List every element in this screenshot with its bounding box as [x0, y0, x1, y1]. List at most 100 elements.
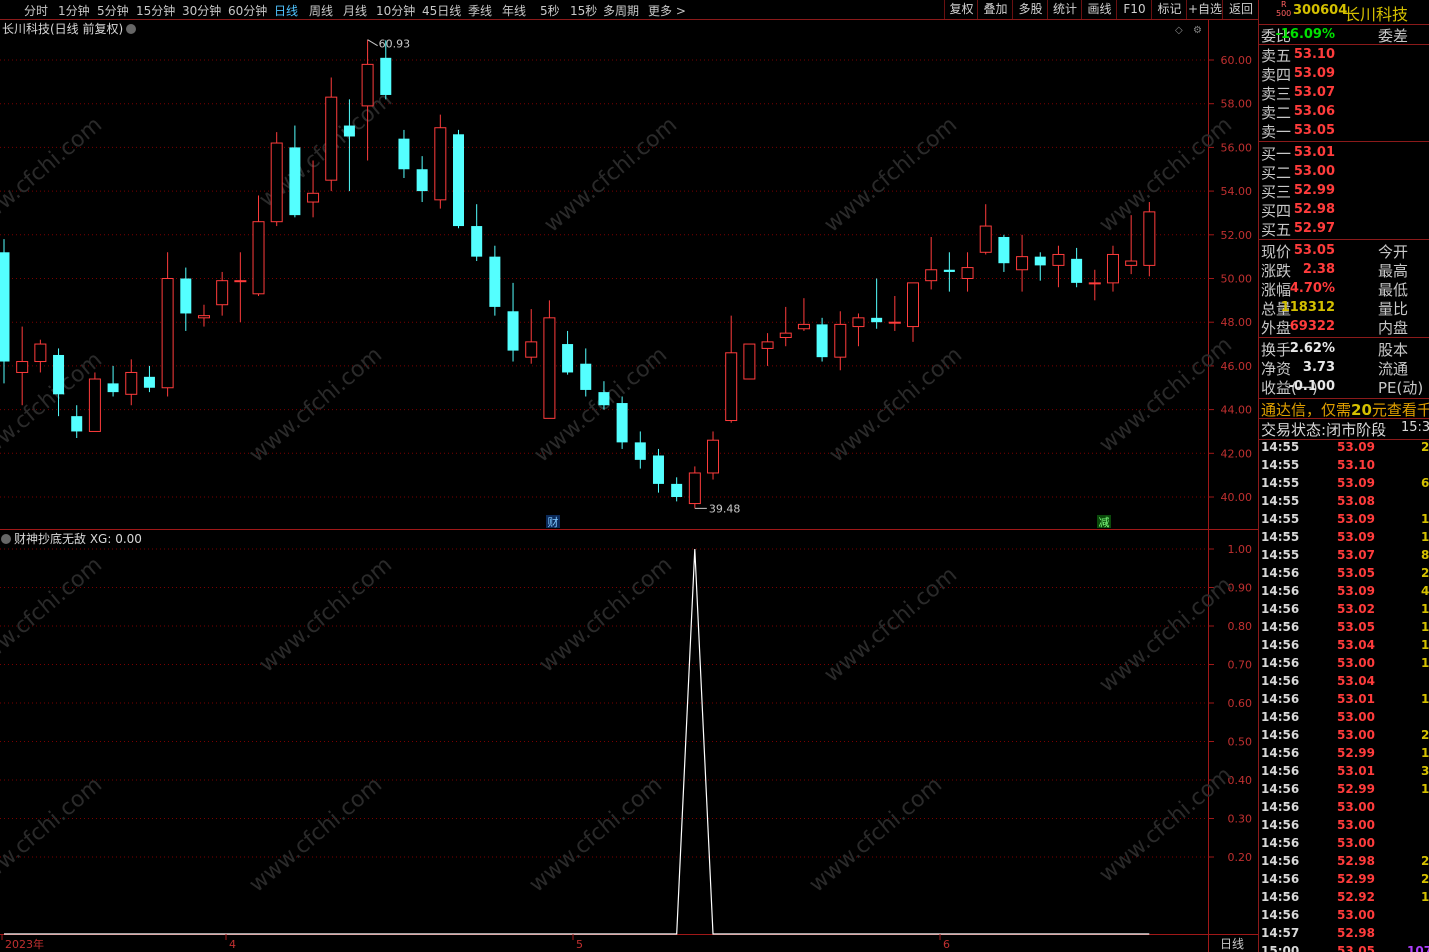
period-tab[interactable]: 5分钟: [97, 2, 129, 19]
x-tick-label: 5: [576, 938, 583, 951]
period-tab[interactable]: 年线: [502, 2, 526, 19]
tick-price: 52.98: [1337, 854, 1375, 868]
y-tick-label: 0.80: [1228, 620, 1253, 633]
quote-row: 换手 2.62% 股本: [1259, 339, 1429, 359]
tick-time: 14:56: [1261, 710, 1300, 724]
candle: [34, 339, 47, 373]
candle: [1106, 245, 1119, 292]
tick-row: 14:56 52.99 1: [1259, 746, 1429, 764]
period-tab[interactable]: 30分钟: [182, 2, 221, 19]
tick-price: 53.02: [1337, 602, 1375, 616]
candle-body: [1071, 258, 1083, 283]
tick-time: 14:56: [1261, 782, 1300, 796]
toolbar-button[interactable]: 叠加: [977, 0, 1013, 19]
watermark-text: www.cfchi.com: [1095, 572, 1237, 697]
candle-body: [71, 416, 83, 432]
quote-value: 53.06: [1293, 104, 1335, 119]
toolbar-button[interactable]: 标记: [1151, 0, 1187, 19]
quote-value: 53.00: [1293, 164, 1335, 179]
candle: [180, 267, 192, 331]
quote-value: 2.62%: [1289, 341, 1335, 356]
candle: [507, 282, 519, 362]
candle-body: [270, 142, 283, 223]
candle: [1016, 234, 1029, 292]
candle: [471, 204, 483, 262]
candle-body: [53, 354, 65, 395]
tick-volume: 4: [1421, 584, 1429, 598]
tick-price: 53.07: [1337, 548, 1375, 562]
candle-body: [943, 269, 955, 272]
period-tab[interactable]: 日线: [274, 2, 298, 19]
toolbar-button[interactable]: 画线: [1081, 0, 1117, 19]
tick-price: 53.09: [1337, 440, 1375, 454]
kline-chart-area[interactable]: 40.00 42.00 44.00 46.00 48.00 50.00 52.00 54.00…: [0, 20, 1258, 952]
tick-volume: 2: [1421, 728, 1429, 742]
period-tab[interactable]: 45日线: [422, 2, 461, 19]
watermark-text: www.cfchi.com: [255, 552, 397, 677]
period-tab[interactable]: 周线: [309, 2, 333, 19]
toolbar-button[interactable]: 统计: [1047, 0, 1082, 19]
tick-row: 14:56 53.02 1: [1259, 602, 1429, 620]
separator: [1259, 141, 1429, 142]
period-tab[interactable]: 5秒: [540, 2, 560, 19]
trade-status-value: 闭市阶段: [1326, 421, 1387, 439]
period-tab[interactable]: 季线: [468, 2, 492, 19]
period-tab[interactable]: 分时: [24, 2, 48, 19]
tick-row: 14:55 53.09 1: [1259, 530, 1429, 548]
period-tab[interactable]: 月线: [343, 2, 367, 19]
candle-body: [489, 256, 501, 307]
toolbar-button[interactable]: +自选: [1186, 0, 1223, 19]
watermark-text: www.cfchi.com: [820, 112, 962, 237]
candle: [961, 252, 974, 292]
candle: [907, 282, 919, 342]
candle: [125, 359, 138, 406]
quote-label: 买二: [1261, 164, 1292, 182]
toolbar-button[interactable]: 多股: [1012, 0, 1048, 19]
period-tab[interactable]: 60分钟: [228, 2, 267, 19]
period-tab[interactable]: 15分钟: [136, 2, 175, 19]
tick-row: 14:55 53.09 2: [1259, 440, 1429, 458]
tick-time: 14:55: [1261, 494, 1300, 508]
candle-body: [125, 371, 138, 395]
toolbar-button[interactable]: 复权: [944, 0, 978, 19]
y-tick-label: 50.00: [1221, 273, 1253, 286]
tick-time: 14:55: [1261, 548, 1300, 562]
candle-body: [197, 315, 210, 319]
toolbar-button[interactable]: 返回: [1222, 0, 1259, 19]
tick-row: 14:56 53.00 2: [1259, 728, 1429, 746]
candle: [489, 245, 501, 316]
tick-row: 14:56 53.05 1: [1259, 620, 1429, 638]
promo-text: 通达信，仅需: [1261, 401, 1352, 419]
quote-label: 净资: [1261, 360, 1292, 378]
candle: [161, 252, 174, 397]
separator: [1259, 239, 1429, 240]
event-marker-jian-label: 减: [1099, 516, 1110, 529]
candle-body: [852, 317, 865, 328]
period-tab[interactable]: 1分钟: [58, 2, 90, 19]
candle: [1071, 247, 1083, 288]
candle: [834, 311, 847, 371]
quote-row: 涨幅 4.70% 最低: [1259, 279, 1429, 299]
watermark-text: www.cfchi.com: [0, 552, 107, 677]
y-tick-label: 56.00: [1221, 141, 1253, 154]
watermark-text: www.cfchi.com: [535, 552, 677, 677]
quote-value: 53.10: [1293, 47, 1335, 62]
candle: [671, 477, 683, 502]
candle: [16, 326, 29, 406]
promo-banner[interactable]: 通达信，仅需20元查看千: [1261, 399, 1429, 419]
candle-body: [562, 344, 574, 373]
period-tab[interactable]: 更多 >: [648, 2, 686, 19]
period-tab[interactable]: 10分钟: [376, 2, 415, 19]
high-marker: [367, 39, 378, 47]
indicator-dropdown-icon: [1, 534, 11, 544]
quote-label: 卖一: [1261, 123, 1292, 141]
candle: [252, 195, 265, 296]
period-tab[interactable]: 多周期: [603, 2, 639, 19]
period-tab[interactable]: 15秒: [570, 2, 597, 19]
y-tick-label: 58.00: [1221, 98, 1253, 111]
toolbar-button[interactable]: F10: [1116, 0, 1152, 19]
tick-time: 14:55: [1261, 530, 1300, 544]
quote-value: 69322: [1289, 319, 1335, 334]
tick-row: 14:55 53.07 8: [1259, 548, 1429, 566]
tick-price: 53.00: [1337, 818, 1375, 832]
